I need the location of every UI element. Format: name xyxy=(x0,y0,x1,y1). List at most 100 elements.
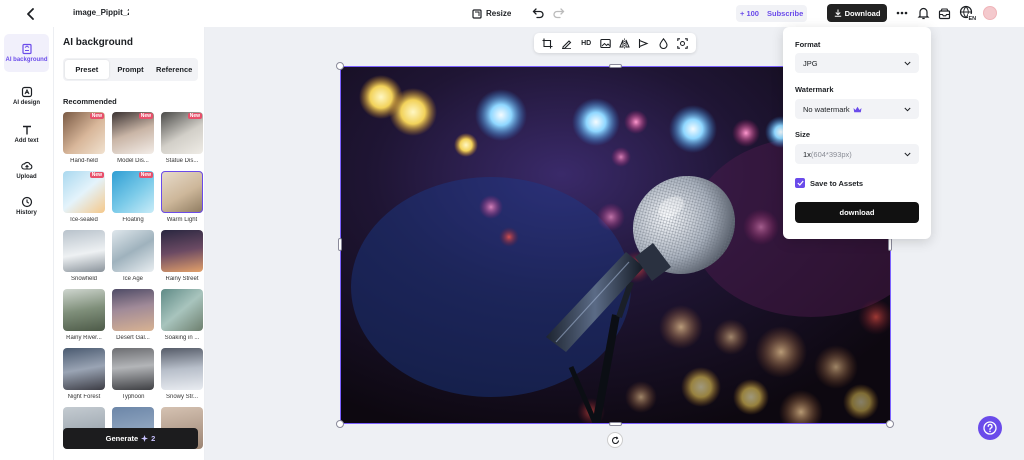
preset-tile[interactable]: Warm Light xyxy=(161,171,203,226)
redo-button[interactable] xyxy=(552,6,565,19)
preset-tile[interactable]: Rainy Street xyxy=(161,230,203,285)
inbox-button[interactable] xyxy=(938,7,951,20)
eraser-pen-icon xyxy=(562,39,572,49)
resize-handle-top[interactable] xyxy=(609,64,622,68)
flip-tool-button[interactable] xyxy=(619,37,631,49)
preset-tile[interactable]: Ice Age xyxy=(112,230,154,285)
history-icon xyxy=(21,196,32,207)
preset-tile[interactable]: Snowy Str... xyxy=(161,348,203,403)
rotate-button[interactable] xyxy=(607,432,623,448)
resize-handle-bottom-right[interactable] xyxy=(886,420,894,428)
tab-preset[interactable]: Preset xyxy=(65,60,109,79)
preset-label: Rainy River... xyxy=(66,335,102,341)
preset-tile[interactable]: Night Forest xyxy=(63,348,105,403)
preset-tile[interactable]: Typhoon xyxy=(112,348,154,403)
preset-thumbnail: New xyxy=(63,112,105,154)
new-badge: New xyxy=(89,172,104,178)
undo-button[interactable] xyxy=(532,6,545,19)
rail-label-ai-background: AI background xyxy=(5,56,48,63)
credits-subscribe-button[interactable]: + 100 Subscribe xyxy=(736,5,808,22)
text-icon xyxy=(22,125,31,135)
preset-label: Typhoon xyxy=(121,394,145,400)
generate-button[interactable]: Generate 2 xyxy=(63,428,198,449)
opacity-tool-button[interactable] xyxy=(657,37,669,49)
hd-tool-button[interactable]: HD xyxy=(580,37,592,49)
section-recommended: Recommended xyxy=(63,97,117,106)
preset-tile[interactable]: New Floating xyxy=(112,171,154,226)
resize-handle-top-left[interactable] xyxy=(336,62,344,70)
droplet-icon xyxy=(659,37,668,49)
panel-title: AI background xyxy=(63,37,134,48)
format-label: Format xyxy=(795,40,821,49)
rail-item-upload[interactable]: Upload xyxy=(4,152,49,188)
resize-handle-bottom[interactable] xyxy=(609,422,622,426)
subscribe-label: Subscribe xyxy=(766,9,804,18)
download-icon xyxy=(834,9,841,17)
preset-tile[interactable]: New Hand-held xyxy=(63,112,105,167)
more-options-button[interactable] xyxy=(893,4,911,22)
download-button[interactable]: Download xyxy=(827,4,887,22)
preset-tile[interactable]: Soaking in ... xyxy=(161,289,203,344)
help-button[interactable] xyxy=(978,416,1002,440)
size-value-wrap: 1x(604*393px) xyxy=(803,150,852,159)
preset-thumbnail xyxy=(161,348,203,390)
preset-label xyxy=(63,453,105,460)
preset-thumbnail: New xyxy=(161,112,203,154)
save-to-assets-label: Save to Assets xyxy=(810,178,864,188)
rail-label-ai-design: AI design xyxy=(12,99,40,106)
upload-icon xyxy=(20,161,32,170)
back-button[interactable] xyxy=(22,5,40,23)
watermark-select[interactable]: No watermark xyxy=(795,99,919,119)
watermark-label: Watermark xyxy=(795,85,834,94)
preset-tile[interactable]: New Statue Dis... xyxy=(161,112,203,167)
focus-tool-button[interactable] xyxy=(676,37,688,49)
align-icon xyxy=(639,38,649,48)
tab-reference[interactable]: Reference xyxy=(152,60,196,79)
redo-icon xyxy=(553,8,565,19)
notifications-button[interactable] xyxy=(917,6,930,20)
resize-handle-bottom-left[interactable] xyxy=(336,420,344,428)
align-tool-button[interactable] xyxy=(638,37,650,49)
format-select[interactable]: JPG xyxy=(795,53,919,73)
rail-item-history[interactable]: History xyxy=(4,188,49,224)
rail-item-add-text[interactable]: Add text xyxy=(4,116,49,152)
download-label: Download xyxy=(844,8,881,18)
rail-item-ai-design[interactable]: AI design xyxy=(4,78,49,114)
edit-tool-button[interactable] xyxy=(561,37,573,49)
new-badge: New xyxy=(187,113,202,119)
ai-background-icon xyxy=(21,43,32,54)
confirm-download-button[interactable]: download xyxy=(795,202,919,223)
preset-tile[interactable]: New Ice-sealed xyxy=(63,171,105,226)
rail-label-add-text: Add text xyxy=(14,137,39,144)
crop-tool-button[interactable] xyxy=(542,37,554,49)
preset-label: Snowy Str... xyxy=(165,394,198,400)
save-to-assets-checkbox[interactable]: Save to Assets xyxy=(795,178,863,188)
size-select[interactable]: 1x(604*393px) xyxy=(795,144,919,164)
tab-prompt[interactable]: Prompt xyxy=(109,60,153,79)
user-avatar[interactable] xyxy=(983,6,997,20)
preset-label: Ice Age xyxy=(122,276,143,282)
resize-handle-left[interactable] xyxy=(338,238,342,251)
svg-text:EN: EN xyxy=(969,16,977,21)
rail-item-ai-background[interactable]: AI background xyxy=(4,34,49,72)
more-icon xyxy=(896,11,908,15)
language-button[interactable]: EN xyxy=(959,5,977,22)
preset-tile[interactable]: New Model Dis... xyxy=(112,112,154,167)
preset-thumbnail: New xyxy=(112,112,154,154)
resize-button[interactable]: Resize xyxy=(472,5,511,22)
preset-thumbnail: New xyxy=(63,171,105,213)
image-tool-button[interactable] xyxy=(599,37,611,49)
resize-handle-right[interactable] xyxy=(888,238,892,251)
preset-thumbnail xyxy=(161,289,203,331)
preset-grid: New Hand-held New Model Dis... New Statu… xyxy=(63,112,203,460)
preset-tile[interactable]: Rainy River... xyxy=(63,289,105,344)
preset-label: Soaking in ... xyxy=(164,335,200,341)
preset-tile[interactable]: Desert Gal... xyxy=(112,289,154,344)
new-badge: New xyxy=(138,172,153,178)
file-name[interactable]: image_Pippit_2025 xyxy=(73,8,129,17)
preset-thumbnail xyxy=(161,171,203,213)
size-detail: (604*393px) xyxy=(810,149,852,159)
help-icon xyxy=(983,421,997,435)
preset-thumbnail: New xyxy=(112,171,154,213)
preset-tile[interactable]: Snowfield xyxy=(63,230,105,285)
